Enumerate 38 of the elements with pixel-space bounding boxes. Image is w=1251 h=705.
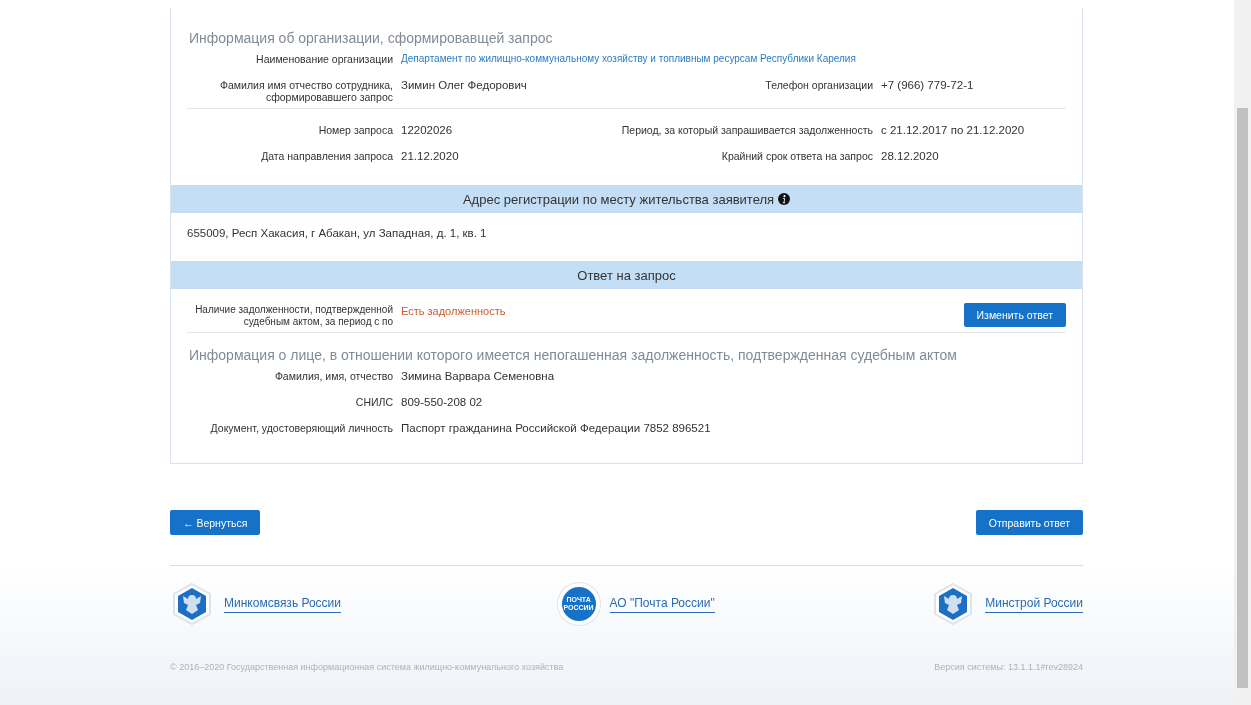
- footer-link[interactable]: Минстрой России: [985, 595, 1083, 613]
- field-label: Фамилия, имя, отчество: [273, 369, 394, 382]
- field-label: Фамилия имя отчество сотрудника, сформировавшего запрос: [219, 78, 394, 103]
- section-title: Информация о лице, в отношении которого имеется непогашенная задолженность, подтвержденная судебным актом: [189, 347, 958, 363]
- info-icon[interactable]: [778, 193, 791, 205]
- field-label: Наличие задолженности, подтвержденной судебным актом, за период с по: [194, 303, 394, 328]
- field-value: 21.12.2020: [401, 149, 459, 163]
- copyright-text: © 2016–2020 Государственная информационная система жилищно-коммунального хозяйства: [170, 662, 564, 672]
- address-text: 655009, Респ Хакасия, г Абакан, ул Западная, д. 1, кв. 1: [187, 226, 488, 241]
- section-header-title: Ответ на запрос: [577, 267, 676, 283]
- field-value: +7 (966) 779-72-1: [881, 78, 975, 92]
- field-value: Паспорт гражданина Российской Федерации 7852 896521: [401, 421, 711, 435]
- field-value: 12202026: [401, 123, 453, 137]
- field-label: Наименование организации: [255, 52, 394, 65]
- debt-status: Есть задолженность: [401, 304, 507, 318]
- field-value: 28.12.2020: [881, 149, 940, 163]
- field-label: Телефон организации: [765, 78, 874, 91]
- field-label: Крайний срок ответа на запрос: [721, 149, 874, 162]
- back-button[interactable]: ← Вернуться: [170, 510, 261, 535]
- field-label: Документ, удостоверяющий личность: [209, 421, 394, 434]
- section-header-title: Адрес регистрации по месту жительства заявителя: [462, 191, 775, 207]
- field-label: Период, за который запрашивается задолженность: [621, 123, 874, 136]
- section-title: Информация об организации, сформировавщей запрос: [189, 30, 554, 46]
- footer-link[interactable]: Минкомсвязь России: [224, 595, 342, 613]
- field-label: Номер запроса: [317, 123, 394, 136]
- scrollbar[interactable]: [1234, 0, 1251, 705]
- field-value: с 21.12.2017 по 21.12.2020: [881, 123, 1026, 137]
- eagle-emblem-icon: [170, 582, 214, 626]
- version-text: Версия системы: 13.1.1.1#rev28924: [934, 662, 1083, 672]
- field-label: Дата направления запроса: [260, 149, 394, 162]
- organization-link[interactable]: Департамент по жилищно-коммунальному хозяйству и топливным ресурсам Республики Карелия: [401, 52, 856, 66]
- field-value: Зимин Олег Федорович: [401, 78, 527, 92]
- footer-link[interactable]: АО "Почта России": [609, 595, 715, 613]
- send-answer-button[interactable]: Отправить ответ: [975, 510, 1083, 535]
- field-value: 809-550-208 02: [401, 395, 484, 409]
- field-value: Зимина Варвара Семеновна: [401, 369, 556, 383]
- change-answer-button[interactable]: Изменить ответ: [963, 303, 1066, 327]
- field-label: СНИЛС: [354, 395, 394, 408]
